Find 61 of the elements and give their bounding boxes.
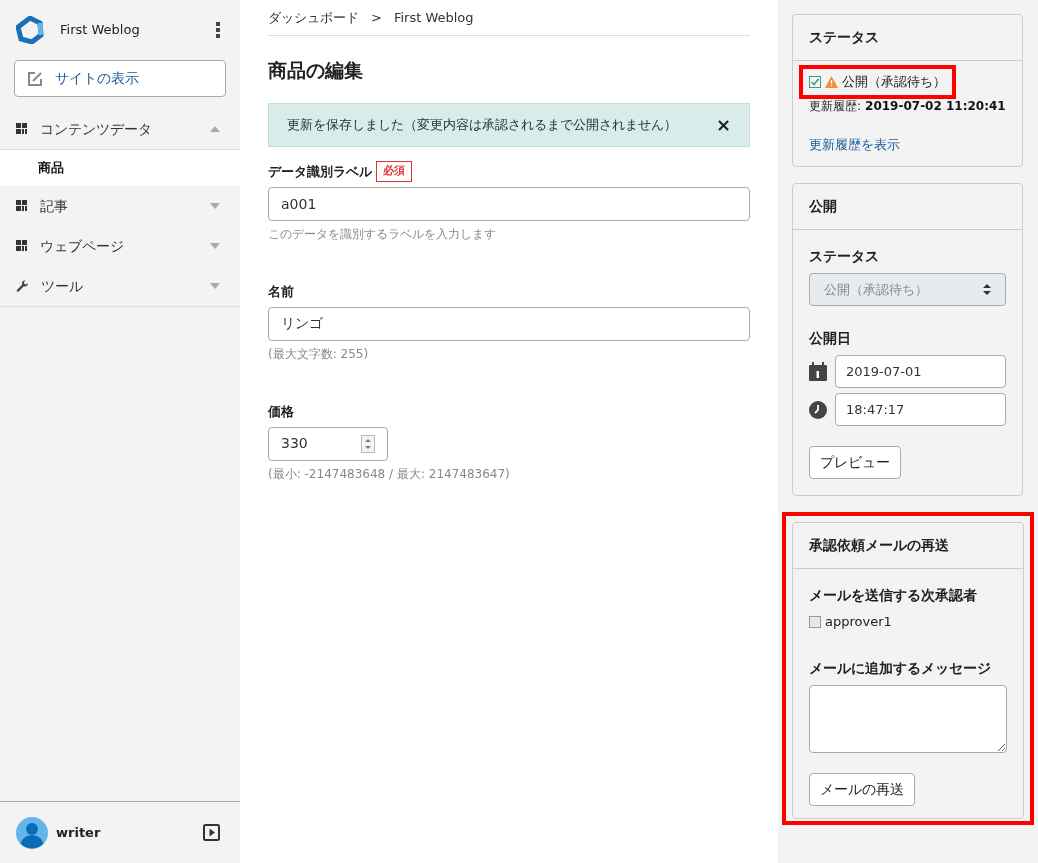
caret-down-icon (210, 283, 220, 289)
caret-down-icon (210, 203, 220, 209)
field-label: 名前 (268, 282, 294, 301)
resend-button[interactable]: メールの再送 (809, 772, 915, 806)
panel-title: 公開 (809, 198, 837, 214)
breadcrumb-link[interactable]: First Weblog (393, 7, 474, 28)
nav-item[interactable]: 記事 (0, 186, 240, 226)
preview-button[interactable]: プレビュー (809, 446, 901, 479)
spinner-arrows-icon[interactable] (361, 434, 375, 453)
grid-icon (16, 123, 28, 135)
history-label: 更新履歴: (809, 97, 862, 115)
approver-checkbox[interactable] (809, 615, 821, 628)
breadcrumb-separator: > (371, 8, 382, 27)
clock-icon (809, 400, 827, 419)
play-square-icon[interactable] (203, 824, 220, 841)
warning-icon (825, 75, 838, 88)
field-label: メールを送信する次承認者 (809, 586, 978, 605)
wrench-icon (16, 279, 29, 293)
nav-subitem[interactable]: 商品 (0, 149, 240, 186)
grid-icon (16, 200, 28, 212)
page-title: 商品の編集 (268, 58, 364, 83)
sort-arrows-icon (983, 284, 991, 295)
field-label: ステータス (809, 247, 880, 266)
status-text: 公開（承認待ち） (842, 73, 946, 91)
required-badge: 必須 (376, 161, 412, 182)
breadcrumb-link[interactable]: ダッシュボード (268, 7, 359, 28)
close-button[interactable]: × (715, 115, 731, 134)
more-vertical-icon[interactable] (216, 22, 220, 38)
field-hint: (最小: -2147483648 / 最大: 2147483647) (268, 465, 511, 483)
panel-title: ステータス (809, 29, 879, 45)
caret-down-icon (210, 243, 220, 249)
history-timestamp: 2019-07-02 11:20:41 (865, 97, 1006, 115)
approver-name: approver1 (825, 613, 892, 631)
nav-item[interactable]: コンテンツデータ (0, 109, 240, 149)
site-name: First Weblog (60, 21, 140, 40)
caret-up-icon (210, 126, 220, 132)
view-site-button[interactable]: サイトの表示 (14, 60, 226, 97)
nav-item[interactable]: ツール (0, 266, 240, 306)
number-field[interactable]: 330 (268, 426, 388, 461)
grid-icon (16, 240, 28, 252)
field-label: データ識別ラベル (268, 162, 372, 181)
message-field[interactable] (809, 684, 1007, 753)
history-link[interactable]: 更新履歴を表示 (809, 134, 1006, 154)
user-name: writer (56, 823, 101, 842)
text-field[interactable]: リンゴ (268, 306, 750, 341)
calendar-icon (809, 362, 827, 381)
field-label: メールに追加するメッセージ (809, 658, 992, 678)
alert-message: 更新を保存しました（変更内容は承認されるまで公開されません） (287, 115, 678, 134)
date-field[interactable]: 2019-07-01 (835, 355, 1006, 388)
nav-item[interactable]: ウェブページ (0, 226, 240, 266)
field-label: 公開日 (809, 329, 852, 348)
avatar-icon (16, 816, 48, 849)
checkbox-checked-icon (809, 75, 821, 88)
time-field[interactable]: 18:47:17 (835, 393, 1006, 426)
field-hint: (最大文字数: 255) (268, 345, 370, 363)
field-label: 価格 (268, 402, 294, 421)
panel-title: 承認依頼メールの再送 (809, 537, 949, 553)
logo-icon (16, 16, 44, 44)
text-field[interactable]: a001 (268, 186, 750, 221)
field-hint: このデータを識別するラベルを入力します (268, 225, 497, 243)
external-edit-icon (27, 70, 43, 87)
